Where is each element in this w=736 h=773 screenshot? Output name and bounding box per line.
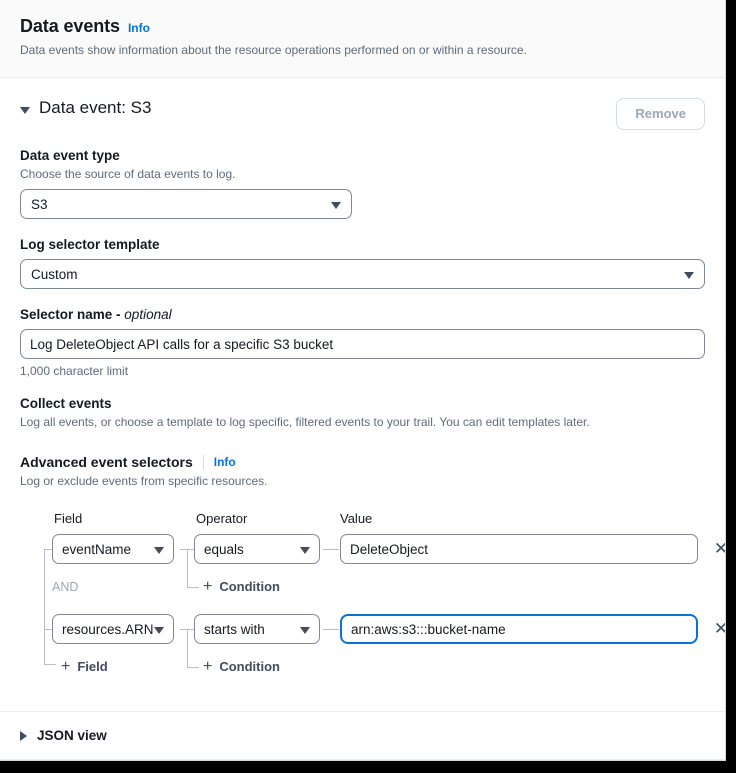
selector-field-select[interactable]: eventName bbox=[52, 534, 174, 564]
field-group-connector-stub-1 bbox=[44, 549, 52, 550]
add-condition-button[interactable]: + Condition bbox=[203, 657, 280, 675]
add-condition-label: Condition bbox=[219, 579, 280, 594]
advanced-event-selectors-header: Advanced event selectors Info bbox=[20, 454, 705, 470]
selector-value-input[interactable]: arn:aws:s3:::bucket-name bbox=[340, 614, 698, 644]
chevron-down-icon bbox=[154, 627, 164, 634]
column-header-operator: Operator bbox=[196, 511, 248, 526]
log-selector-template-select[interactable]: Custom bbox=[20, 259, 705, 289]
selector-field-value: eventName bbox=[62, 541, 132, 557]
divider bbox=[202, 455, 204, 469]
json-view-label: JSON view bbox=[37, 728, 107, 743]
selector-name-value: Log DeleteObject API calls for a specifi… bbox=[30, 336, 334, 352]
condition-connector-stub-1a bbox=[180, 549, 194, 550]
selector-name-hint: 1,000 character limit bbox=[20, 364, 129, 378]
selector-name-label: Selector name - optional bbox=[20, 307, 705, 322]
add-field-button[interactable]: + Field bbox=[61, 657, 108, 675]
add-condition-button[interactable]: + Condition bbox=[203, 577, 280, 595]
chevron-down-icon bbox=[300, 547, 310, 554]
value-connector-2 bbox=[323, 629, 339, 630]
page-title: Data events bbox=[20, 16, 120, 36]
selector-operator-value: starts with bbox=[204, 621, 265, 637]
column-header-value: Value bbox=[340, 511, 373, 526]
collect-events-description: Log all events, or choose a template to … bbox=[20, 415, 590, 429]
footer: Add data event type bbox=[0, 760, 725, 761]
chevron-down-icon bbox=[154, 547, 164, 554]
chevron-down-icon bbox=[20, 106, 30, 114]
condition-connector-stub-1b bbox=[187, 587, 199, 588]
selector-name-optional-text: optional bbox=[124, 307, 172, 322]
advanced-event-selectors-grid: Field Operator Value eventName equals De… bbox=[20, 511, 725, 691]
data-event-type-select[interactable]: S3 bbox=[20, 189, 352, 219]
remove-selector-row-icon[interactable]: ✕ bbox=[710, 614, 725, 644]
add-field-label: Field bbox=[77, 659, 108, 674]
condition-connector-stub-2b bbox=[187, 667, 199, 668]
field-group-connector-vertical bbox=[44, 549, 45, 664]
field-group-connector-stub-3 bbox=[44, 664, 56, 665]
data-event-expander-title: Data event: S3 bbox=[39, 98, 152, 117]
data-event-type-description: Choose the source of data events to log. bbox=[20, 167, 236, 181]
condition-connector-stub-2a bbox=[180, 629, 194, 630]
log-selector-template-label: Log selector template bbox=[20, 237, 160, 252]
selector-name-label-text: Selector name - bbox=[20, 307, 125, 322]
condition-connector-vertical-2 bbox=[187, 629, 188, 667]
log-selector-template-value: Custom bbox=[31, 266, 78, 282]
collect-events-label: Collect events bbox=[20, 396, 112, 411]
plus-icon: + bbox=[203, 657, 213, 675]
data-event-type-value: S3 bbox=[31, 196, 48, 212]
header-description: Data events show information about the r… bbox=[20, 43, 527, 57]
selector-value-input[interactable]: DeleteObject bbox=[340, 534, 698, 564]
selector-operator-value: equals bbox=[204, 541, 244, 557]
chevron-down-icon bbox=[684, 272, 694, 279]
condition-connector-vertical-1 bbox=[187, 549, 188, 587]
selector-field-select[interactable]: resources.ARN bbox=[52, 614, 174, 644]
data-event-type-label: Data event type bbox=[20, 148, 120, 163]
advanced-event-selectors-info-link[interactable]: Info bbox=[214, 455, 236, 469]
plus-icon: + bbox=[61, 657, 71, 675]
selector-operator-select[interactable]: starts with bbox=[194, 614, 320, 644]
json-view-expander[interactable]: JSON view bbox=[0, 712, 725, 759]
chevron-down-icon bbox=[300, 627, 310, 634]
remove-selector-row-icon[interactable]: ✕ bbox=[710, 534, 725, 564]
expander-row: Data event: S3 Remove bbox=[20, 98, 705, 130]
column-header-field: Field bbox=[54, 511, 83, 526]
chevron-right-icon bbox=[20, 730, 27, 741]
advanced-event-selectors-label: Advanced event selectors bbox=[20, 454, 193, 470]
remove-button[interactable]: Remove bbox=[616, 98, 705, 130]
selector-value-text: arn:aws:s3:::bucket-name bbox=[351, 621, 506, 637]
selector-name-input[interactable]: Log DeleteObject API calls for a specifi… bbox=[20, 329, 705, 359]
add-condition-label: Condition bbox=[219, 659, 280, 674]
field-group-connector-stub-2 bbox=[44, 629, 52, 630]
data-event-expander-toggle[interactable]: Data event: S3 bbox=[20, 98, 151, 118]
data-events-container: Data events Info Data events show inform… bbox=[0, 0, 726, 761]
container-header: Data events Info Data events show inform… bbox=[0, 0, 725, 78]
plus-icon: + bbox=[203, 577, 213, 595]
header-title-row: Data events Info bbox=[20, 16, 705, 37]
value-connector-1 bbox=[323, 549, 339, 550]
chevron-down-icon bbox=[331, 202, 341, 209]
data-event-section: Data event: S3 Remove Data event type Ch… bbox=[0, 78, 725, 711]
header-info-link[interactable]: Info bbox=[128, 21, 150, 35]
selector-field-value: resources.ARN bbox=[62, 621, 154, 637]
and-operator-label: AND bbox=[52, 580, 79, 594]
advanced-event-selectors-description: Log or exclude events from specific reso… bbox=[20, 474, 268, 488]
selector-value-text: DeleteObject bbox=[350, 541, 429, 557]
selector-operator-select[interactable]: equals bbox=[194, 534, 320, 564]
